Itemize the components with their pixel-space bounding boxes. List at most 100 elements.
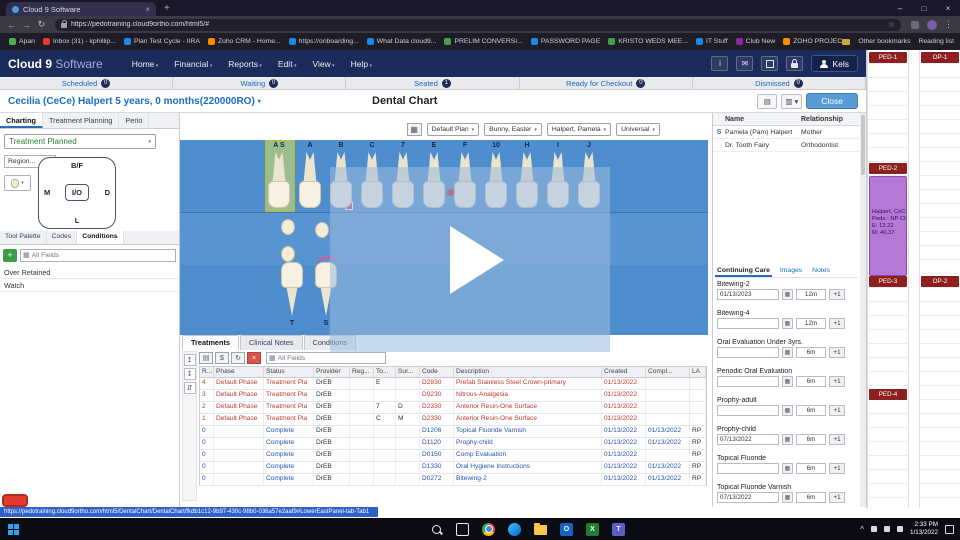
taskbar-icon-teams[interactable]: T	[612, 522, 625, 536]
fee-icon[interactable]: $	[215, 352, 229, 364]
column-header-to[interactable]: To...	[374, 367, 396, 377]
care-interval[interactable]: 6m	[796, 347, 826, 358]
bookmark-star-icon[interactable]: ☆	[888, 20, 895, 29]
menu-edit[interactable]: Edit	[271, 55, 304, 73]
care-interval[interactable]: 12m	[796, 318, 826, 329]
column-header-provider[interactable]: Provider	[314, 367, 350, 377]
treatments-search-input[interactable]	[277, 354, 383, 362]
column-header-reg[interactable]: Reg...	[350, 367, 374, 377]
status-tab-waiting[interactable]: Waiting 0	[173, 77, 347, 89]
bookmark-item[interactable]: Plan Test Cycle - IIRA	[121, 38, 203, 45]
care-date-input[interactable]	[717, 347, 779, 358]
new-tab-button[interactable]: +	[164, 2, 170, 16]
tooth[interactable]	[299, 152, 321, 208]
left-search-input[interactable]	[31, 251, 173, 259]
column-header-compl[interactable]: Compl...	[646, 367, 690, 377]
tooth-menu-button[interactable]: ▾	[4, 175, 31, 191]
calendar-icon[interactable]: ▦	[782, 463, 793, 474]
bookmark-item[interactable]: Zoho CRM - Home...	[205, 38, 284, 45]
surface-mesial[interactable]: M	[44, 188, 50, 197]
tooth[interactable]	[268, 152, 290, 208]
chart-filter-select[interactable]: Treatment Planned ▾	[4, 134, 156, 149]
care-interval[interactable]: 6m	[796, 463, 826, 474]
tab-clinical-notes[interactable]: Clinical Notes	[239, 335, 303, 350]
taskbar-icon-outlook[interactable]: O	[560, 522, 573, 536]
scroll-top-icon[interactable]: ↥	[183, 354, 196, 366]
left-search-box[interactable]: ▦	[20, 248, 176, 262]
care-date-input[interactable]	[717, 405, 779, 416]
column-header-la[interactable]: LA	[690, 367, 706, 377]
contact-row[interactable]: Dr. Tooth Fairy Orthodontist	[713, 139, 860, 152]
care-interval[interactable]: 6m	[796, 434, 826, 445]
care-date-input[interactable]	[717, 289, 779, 300]
tab-images[interactable]: Images	[778, 265, 804, 277]
sort-icon[interactable]: ⇵	[183, 382, 196, 394]
forward-icon[interactable]: →	[19, 20, 34, 30]
care-date-input[interactable]	[717, 492, 779, 503]
surface-distal[interactable]: D	[105, 188, 110, 197]
bookmark-item[interactable]: PRELIM CONVERSI...	[441, 38, 525, 45]
tray-expand-icon[interactable]: ^	[860, 525, 864, 534]
tab-close-icon[interactable]: ×	[145, 5, 150, 14]
surface-buccal-facial[interactable]: B/F	[39, 161, 115, 170]
table-row[interactable]: 4 Default Phase Treatment Pla DrEB E D2930 Pre…	[199, 378, 707, 390]
address-bar[interactable]: https://pedotraining.cloud9ortho.com/htm…	[55, 18, 901, 31]
other-bookmarks[interactable]: Other bookmarks	[858, 38, 910, 45]
menu-home[interactable]: Home	[125, 55, 166, 73]
profile-avatar[interactable]	[927, 19, 937, 30]
tooth-surface-selector[interactable]: B/F M I/O D L	[38, 157, 116, 229]
window-close-button[interactable]: ×	[936, 4, 960, 13]
care-interval[interactable]: 6m	[796, 405, 826, 416]
delete-icon[interactable]: ×	[247, 352, 261, 364]
appointment-block[interactable]: Halpert, CeC Pedo : NP Chi E: 13.22 M: 40.3…	[869, 176, 907, 276]
reading-list[interactable]: Reading list	[918, 38, 954, 45]
play-button[interactable]	[450, 225, 504, 294]
fullscreen-icon[interactable]	[761, 56, 779, 71]
care-date-input[interactable]	[717, 376, 779, 387]
notification-icon[interactable]	[945, 524, 954, 534]
treatments-search-box[interactable]: ▦	[266, 352, 386, 364]
chart-book-icon[interactable]: ▤	[757, 93, 778, 109]
tab-treatments[interactable]: Treatments	[182, 335, 239, 350]
status-tab-seated[interactable]: Seated 1	[346, 77, 520, 89]
list-item-over-retained[interactable]: Over Retained	[0, 266, 179, 279]
tray-icon[interactable]	[896, 526, 903, 532]
print-icon[interactable]: ▥ ▾	[781, 93, 803, 109]
care-plus-button[interactable]: +1	[829, 347, 845, 358]
tab-treatment-planning[interactable]: Treatment Planning	[43, 113, 120, 128]
bookmark-item[interactable]: https://onboarding...	[286, 38, 362, 45]
user-button[interactable]: Kels	[811, 55, 858, 72]
surface-incisal-occlusal[interactable]: I/O	[65, 184, 89, 201]
column-header-created[interactable]: Created	[602, 367, 646, 377]
start-button[interactable]	[8, 523, 19, 535]
menu-view[interactable]: View	[305, 55, 341, 73]
layout-icon[interactable]: ▤	[199, 352, 213, 364]
taskbar-icon-search[interactable]	[430, 523, 443, 536]
column-header-code[interactable]: Code	[420, 367, 454, 377]
contact-row[interactable]: S Pamela (Pam) Halpert Mother	[713, 126, 860, 139]
bookmark-item[interactable]: KRISTO WEDS MEE...	[605, 38, 691, 45]
bookmark-item[interactable]: Inbox (31) - kphillip...	[40, 38, 119, 45]
care-plus-button[interactable]: +1	[829, 463, 845, 474]
taskbar-icon-chrome[interactable]	[482, 522, 495, 536]
column-header-sur[interactable]: Sur...	[396, 367, 420, 377]
bookmark-item[interactable]: ZOHO PROJECTS	[780, 38, 842, 45]
browser-menu-icon[interactable]: ⋮	[941, 19, 956, 30]
add-button[interactable]: +	[3, 248, 17, 262]
column-header-phase[interactable]: Phase	[214, 367, 264, 377]
status-tab-dismissed[interactable]: Dismissed 0	[693, 77, 867, 89]
care-interval[interactable]: 6m	[796, 492, 826, 503]
status-tab-scheduled[interactable]: Scheduled 0	[0, 77, 174, 89]
care-date-input[interactable]	[717, 318, 779, 329]
room-header-op-1[interactable]: OP-1	[921, 52, 959, 63]
tooth[interactable]	[281, 262, 303, 316]
room-header-ped-2[interactable]: PED-2	[869, 163, 907, 174]
back-icon[interactable]: ←	[4, 20, 19, 30]
table-row[interactable]: 0 Complete DrEB D1206 Topical Fluoride Varni…	[199, 426, 707, 438]
care-plus-button[interactable]: +1	[829, 492, 845, 503]
care-date-input[interactable]	[717, 434, 779, 445]
care-plus-button[interactable]: +1	[829, 318, 845, 329]
calendar-icon[interactable]: ▦	[782, 347, 793, 358]
tooth[interactable]	[315, 222, 329, 238]
tooth[interactable]	[281, 219, 295, 235]
